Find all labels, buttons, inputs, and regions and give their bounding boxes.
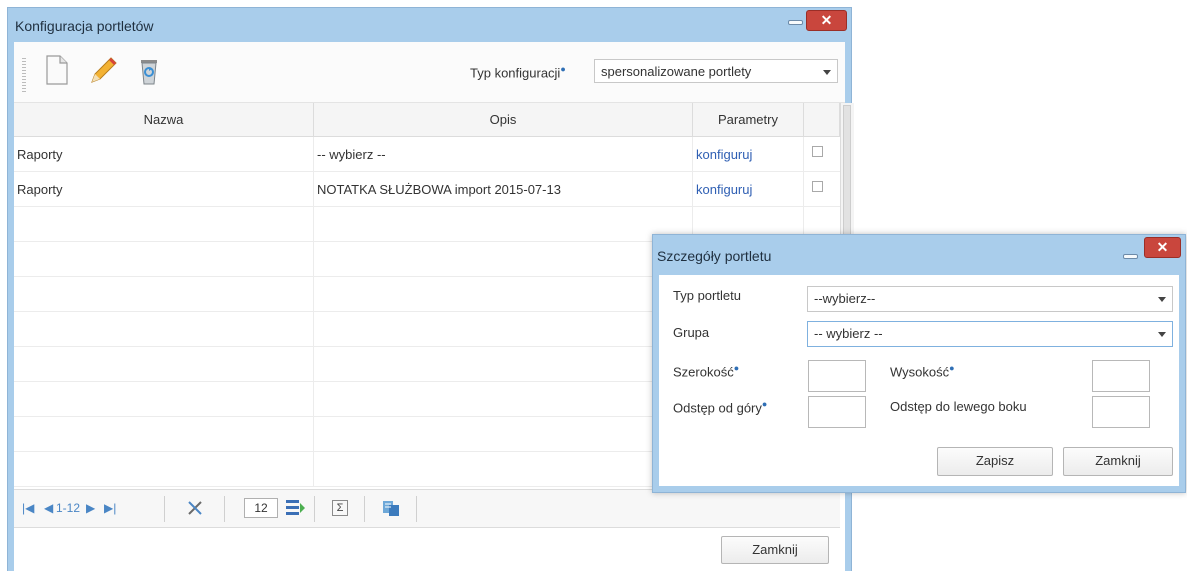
close-icon: ✕ bbox=[820, 12, 833, 28]
info-icon: ● bbox=[949, 363, 955, 373]
chevron-down-icon bbox=[1158, 332, 1166, 337]
close-dialog-button[interactable]: ✕ bbox=[1144, 237, 1181, 258]
divider bbox=[416, 496, 417, 522]
page-range: 1-12 bbox=[56, 501, 81, 515]
close-button[interactable]: Zamknij bbox=[1063, 447, 1173, 476]
info-icon: ● bbox=[733, 363, 740, 373]
toolbar: Typ konfiguracji● spersonalizowane portl… bbox=[14, 42, 845, 103]
toolbar-grip bbox=[22, 58, 26, 92]
group-label: Grupa bbox=[673, 325, 710, 340]
column-header-nazwa[interactable]: Nazwa bbox=[14, 103, 314, 137]
window-title: Konfiguracja portletów bbox=[15, 18, 154, 34]
first-page-icon[interactable]: |◀ bbox=[22, 501, 34, 515]
height-input[interactable] bbox=[1092, 360, 1150, 392]
pager-bar: |◀ ◀ 1-12 ▶ ▶| 12 Σ bbox=[14, 489, 840, 528]
dialog-title: Szczegóły portletu bbox=[657, 248, 772, 264]
table-row[interactable]: Raporty NOTATKA SŁUŻBOWA import 2015-07-… bbox=[14, 172, 840, 207]
group-select[interactable]: -- wybierz -- bbox=[807, 321, 1173, 347]
portlet-type-label: Typ portletu bbox=[673, 288, 741, 303]
left-offset-input[interactable] bbox=[1092, 396, 1150, 428]
prev-page-icon[interactable]: ◀ bbox=[44, 501, 53, 515]
width-label: Szerokość● bbox=[673, 363, 740, 380]
edit-pencil-icon[interactable] bbox=[86, 53, 120, 87]
info-icon: ● bbox=[761, 399, 768, 409]
recycle-bin-icon[interactable] bbox=[132, 53, 166, 87]
height-label: Wysokość● bbox=[890, 363, 955, 380]
tools-icon[interactable] bbox=[187, 500, 203, 516]
close-icon: ✕ bbox=[1156, 239, 1169, 255]
close-button[interactable]: Zamknij bbox=[721, 536, 829, 564]
column-header-parametry[interactable]: Parametry bbox=[693, 103, 804, 137]
new-document-icon[interactable] bbox=[40, 53, 74, 87]
window-titlebar[interactable]: Konfiguracja portletów ✕ bbox=[8, 8, 851, 41]
row-checkbox[interactable] bbox=[812, 181, 823, 192]
close-window-button[interactable]: ✕ bbox=[806, 10, 847, 31]
cell-nazwa: Raporty bbox=[14, 137, 314, 172]
minimize-button[interactable] bbox=[788, 20, 803, 25]
cell-opis: NOTATKA SŁUŻBOWA import 2015-07-13 bbox=[314, 172, 693, 207]
configure-link[interactable]: konfiguruj bbox=[693, 137, 804, 172]
width-input[interactable] bbox=[808, 360, 866, 392]
divider bbox=[314, 496, 315, 522]
save-button[interactable]: Zapisz bbox=[937, 447, 1053, 476]
top-offset-label: Odstęp od góry● bbox=[673, 399, 768, 416]
cell-opis: -- wybierz -- bbox=[314, 137, 693, 172]
cell-nazwa: Raporty bbox=[14, 172, 314, 207]
dialog-titlebar[interactable]: Szczegóły portletu ✕ bbox=[653, 235, 1185, 268]
config-type-label: Typ konfiguracji● bbox=[470, 64, 566, 81]
chevron-down-icon bbox=[1158, 297, 1166, 302]
next-page-icon[interactable]: ▶ bbox=[86, 501, 95, 515]
portlet-details-dialog: Szczegóły portletu ✕ Typ portletu --wybi… bbox=[652, 234, 1186, 493]
column-header-opis[interactable]: Opis bbox=[314, 103, 693, 137]
config-type-select[interactable]: spersonalizowane portlety bbox=[594, 59, 838, 83]
export-icon[interactable] bbox=[381, 498, 401, 518]
row-checkbox[interactable] bbox=[812, 146, 823, 157]
minimize-button[interactable] bbox=[1123, 254, 1138, 259]
portlet-type-select[interactable]: --wybierz-- bbox=[807, 286, 1173, 312]
info-icon: ● bbox=[560, 64, 566, 74]
divider bbox=[224, 496, 225, 522]
last-page-icon[interactable]: ▶| bbox=[104, 501, 116, 515]
column-header-select bbox=[804, 103, 840, 137]
sum-icon[interactable]: Σ bbox=[332, 500, 348, 516]
table-row[interactable]: Raporty -- wybierz -- konfiguruj bbox=[14, 137, 840, 172]
rows-per-page-icon[interactable] bbox=[286, 499, 306, 517]
configure-link[interactable]: konfiguruj bbox=[693, 172, 804, 207]
divider bbox=[364, 496, 365, 522]
top-offset-input[interactable] bbox=[808, 396, 866, 428]
page-size-input[interactable]: 12 bbox=[244, 498, 278, 518]
dialog-content: Typ portletu --wybierz-- Grupa -- wybier… bbox=[659, 275, 1179, 486]
chevron-down-icon bbox=[823, 70, 831, 75]
divider bbox=[164, 496, 165, 522]
left-offset-label: Odstęp do lewego boku bbox=[890, 399, 1027, 414]
